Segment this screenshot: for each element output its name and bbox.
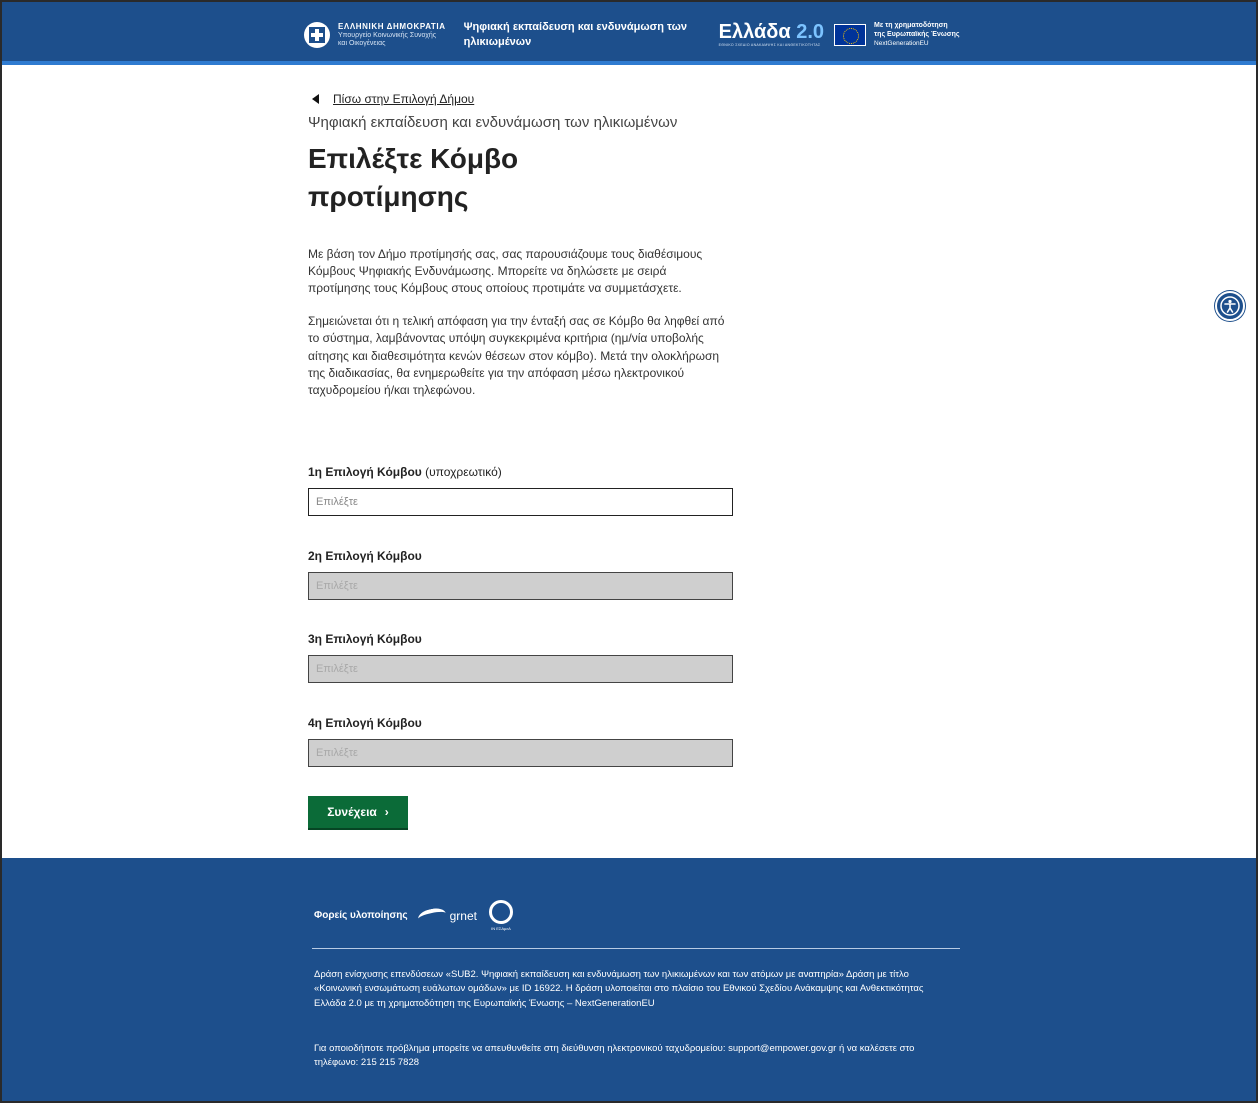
field-group-2: 2η Επιλογή Κόμβου <box>308 549 733 600</box>
continue-label: Συνέχεια <box>327 805 377 819</box>
field-label-1-text: 1η Επιλογή Κόμβου <box>308 465 422 479</box>
field-group-4: 4η Επιλογή Κόμβου <box>308 716 733 767</box>
eu-line1: Με τη χρηματοδότηση <box>874 22 948 30</box>
footer-divider <box>312 948 960 949</box>
header-inner: ΕΛΛΗΝΙΚΗ ΔΗΜΟΚΡΑΤΙΑ Υπουργείο Κοινωνικής… <box>304 15 964 55</box>
eu-funding-text: Με τη χρηματοδότηση της Ευρωπαϊκής Ένωση… <box>874 22 959 48</box>
greece-logo-version: 2.0 <box>796 21 825 44</box>
page-title: Επιλέξτε Κόμβο προτίμησης <box>308 143 519 212</box>
footer-action-text: Δράση ενίσχυσης επενδύσεων «SUB2. Ψηφιακ… <box>314 969 924 1009</box>
greece-2-0-logo: Ελλάδα 2.0 ΕΘΝΙΚΟ ΣΧΕΔΙΟ ΑΝΑΚΑΜΨΗΣ ΚΑΙ Α… <box>719 22 824 48</box>
implementers-label: Φορείς υλοποίησης <box>314 910 408 921</box>
page: ΕΛΛΗΝΙΚΗ ΔΗΜΟΚΡΑΤΙΑ Υπουργείο Κοινωνικής… <box>0 0 1258 1103</box>
site-footer: Φορείς υλοποίησης grnet ΙΝ ΕΣΑμεΑ Δράση … <box>2 858 1256 1101</box>
node-choice-4-input[interactable] <box>308 739 733 767</box>
ministry-line1: Υπουργείο Κοινωνικής Συνοχής <box>338 31 437 39</box>
greece-logo-text: Ελλάδα <box>718 21 791 44</box>
field-group-3: 3η Επιλογή Κόμβου <box>308 632 733 683</box>
field-label-2: 2η Επιλογή Κόμβου <box>308 549 422 563</box>
greece-logo-sub: ΕΘΝΙΚΟ ΣΧΕΔΙΟ ΑΝΑΚΑΜΨΗΣ ΚΑΙ ΑΝΘΕΚΤΙΚΟΤΗΤ… <box>718 43 821 48</box>
accessibility-figure-icon <box>1220 296 1240 316</box>
node-choice-2-input[interactable] <box>308 572 733 600</box>
implementers: Φορείς υλοποίησης grnet ΙΝ ΕΣΑμεΑ <box>314 900 513 931</box>
field-group-1: 1η Επιλογή Κόμβου (υποχρεωτικό) <box>308 465 733 516</box>
eu-line3: NextGenerationEU <box>874 39 929 47</box>
field-label-4: 4η Επιλογή Κόμβου <box>308 716 422 730</box>
node-choice-1-input[interactable] <box>308 488 733 516</box>
main-content: Πίσω στην Επιλογή Δήμου Ψηφιακή εκπαίδευ… <box>308 92 738 415</box>
eesa-logo-icon <box>488 900 513 924</box>
grnet-logo: grnet <box>416 905 477 926</box>
field-label-1: 1η Επιλογή Κόμβου (υποχρεωτικό) <box>308 465 733 479</box>
eu-line2: της Ευρωπαϊκής Ένωσης <box>874 30 960 38</box>
back-link[interactable]: Πίσω στην Επιλογή Δήμου <box>333 92 474 106</box>
continue-button[interactable]: Συνέχεια › <box>308 796 408 828</box>
greek-emblem-icon <box>304 22 330 48</box>
accessibility-icon[interactable] <box>1215 291 1245 321</box>
eesa-logo: ΙΝ ΕΣΑμεΑ <box>488 900 513 931</box>
site-header: ΕΛΛΗΝΙΚΗ ΔΗΜΟΚΡΑΤΙΑ Υπουργείο Κοινωνικής… <box>2 2 1256 65</box>
chevron-right-icon: › <box>384 805 389 819</box>
note-paragraph: Σημειώνεται ότι η τελική απόφαση για την… <box>308 313 725 398</box>
grnet-swoosh-icon <box>416 905 447 926</box>
footer-support-text: Για οποιοδήποτε πρόβλημα μπορείτε να απε… <box>314 1043 915 1069</box>
field-label-3: 3η Επιλογή Κόμβου <box>308 632 422 646</box>
ministry-line2: και Οικογένειας <box>338 39 386 47</box>
page-caption: Ψηφιακή εκπαίδευση και ενδυνάμωση των ηλ… <box>308 114 678 131</box>
intro-paragraph: Με βάση τον Δήμο προτίμησής σας, σας παρ… <box>308 246 703 296</box>
submit-wrapper: Συνέχεια › <box>308 796 408 828</box>
back-arrow-icon <box>312 94 319 104</box>
grnet-text: grnet <box>449 908 477 923</box>
eu-flag-icon <box>834 24 867 46</box>
program-title[interactable]: Ψηφιακή εκπαίδευση και ενδυνάμωση των ηλ… <box>464 20 709 50</box>
eesa-text: ΙΝ ΕΣΑμεΑ <box>491 926 511 931</box>
gov-title: ΕΛΛΗΝΙΚΗ ΔΗΜΟΚΡΑΤΙΑ <box>338 22 446 32</box>
gov-logo-text: ΕΛΛΗΝΙΚΗ ΔΗΜΟΚΡΑΤΙΑ Υπουργείο Κοινωνικής… <box>338 22 446 47</box>
node-choice-3-input[interactable] <box>308 655 733 683</box>
back-link-row[interactable]: Πίσω στην Επιλογή Δήμου <box>308 92 738 106</box>
required-note: (υποχρεωτικό) <box>425 465 502 479</box>
